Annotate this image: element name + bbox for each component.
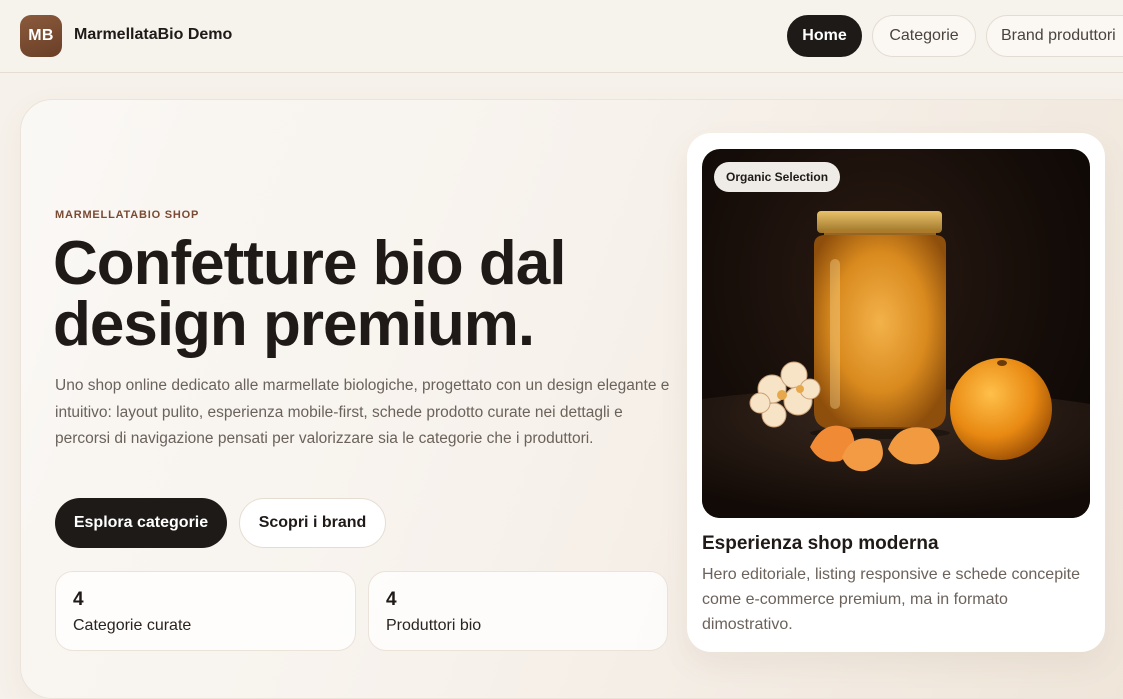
discover-brands-button[interactable]: Scopri i brand [239, 498, 386, 548]
stat-card-producers: 4 Produttori bio [368, 571, 668, 651]
feature-card: Organic Selection Esperienza shop modern… [687, 133, 1105, 652]
brand-name[interactable]: MarmellataBio Demo [74, 26, 232, 44]
organic-selection-badge: Organic Selection [714, 162, 841, 192]
nav-brand-produttori-link[interactable]: Brand produttori [986, 15, 1123, 57]
hero-headline: Confetture bio dal design premium. [53, 229, 566, 359]
stat-label: Categorie curate [73, 617, 192, 634]
hero-eyebrow: MARMELLATABIO SHOP [55, 209, 200, 221]
stat-value: 4 [386, 589, 397, 610]
explore-categories-button[interactable]: Esplora categorie [55, 498, 227, 548]
jar-illustration [702, 211, 1090, 518]
stat-card-categories: 4 Categorie curate [55, 571, 356, 651]
feature-card-text: Hero editoriale, listing responsive e sc… [702, 566, 1080, 633]
nav-home-link[interactable]: Home [787, 15, 862, 57]
stat-label: Produttori bio [386, 617, 482, 634]
feature-card-title: Esperienza shop moderna [702, 533, 939, 554]
honey-jar-photo: Organic Selection [702, 149, 1090, 518]
nav-categorie-link[interactable]: Categorie [872, 15, 976, 57]
hero-lead-text: Uno shop online dedicato alle marmellate… [55, 377, 670, 447]
top-navigation-bar: MB MarmellataBio Demo Home Categorie Bra… [0, 0, 1123, 73]
stat-value: 4 [73, 589, 84, 610]
logo-badge[interactable]: MB [20, 15, 62, 57]
